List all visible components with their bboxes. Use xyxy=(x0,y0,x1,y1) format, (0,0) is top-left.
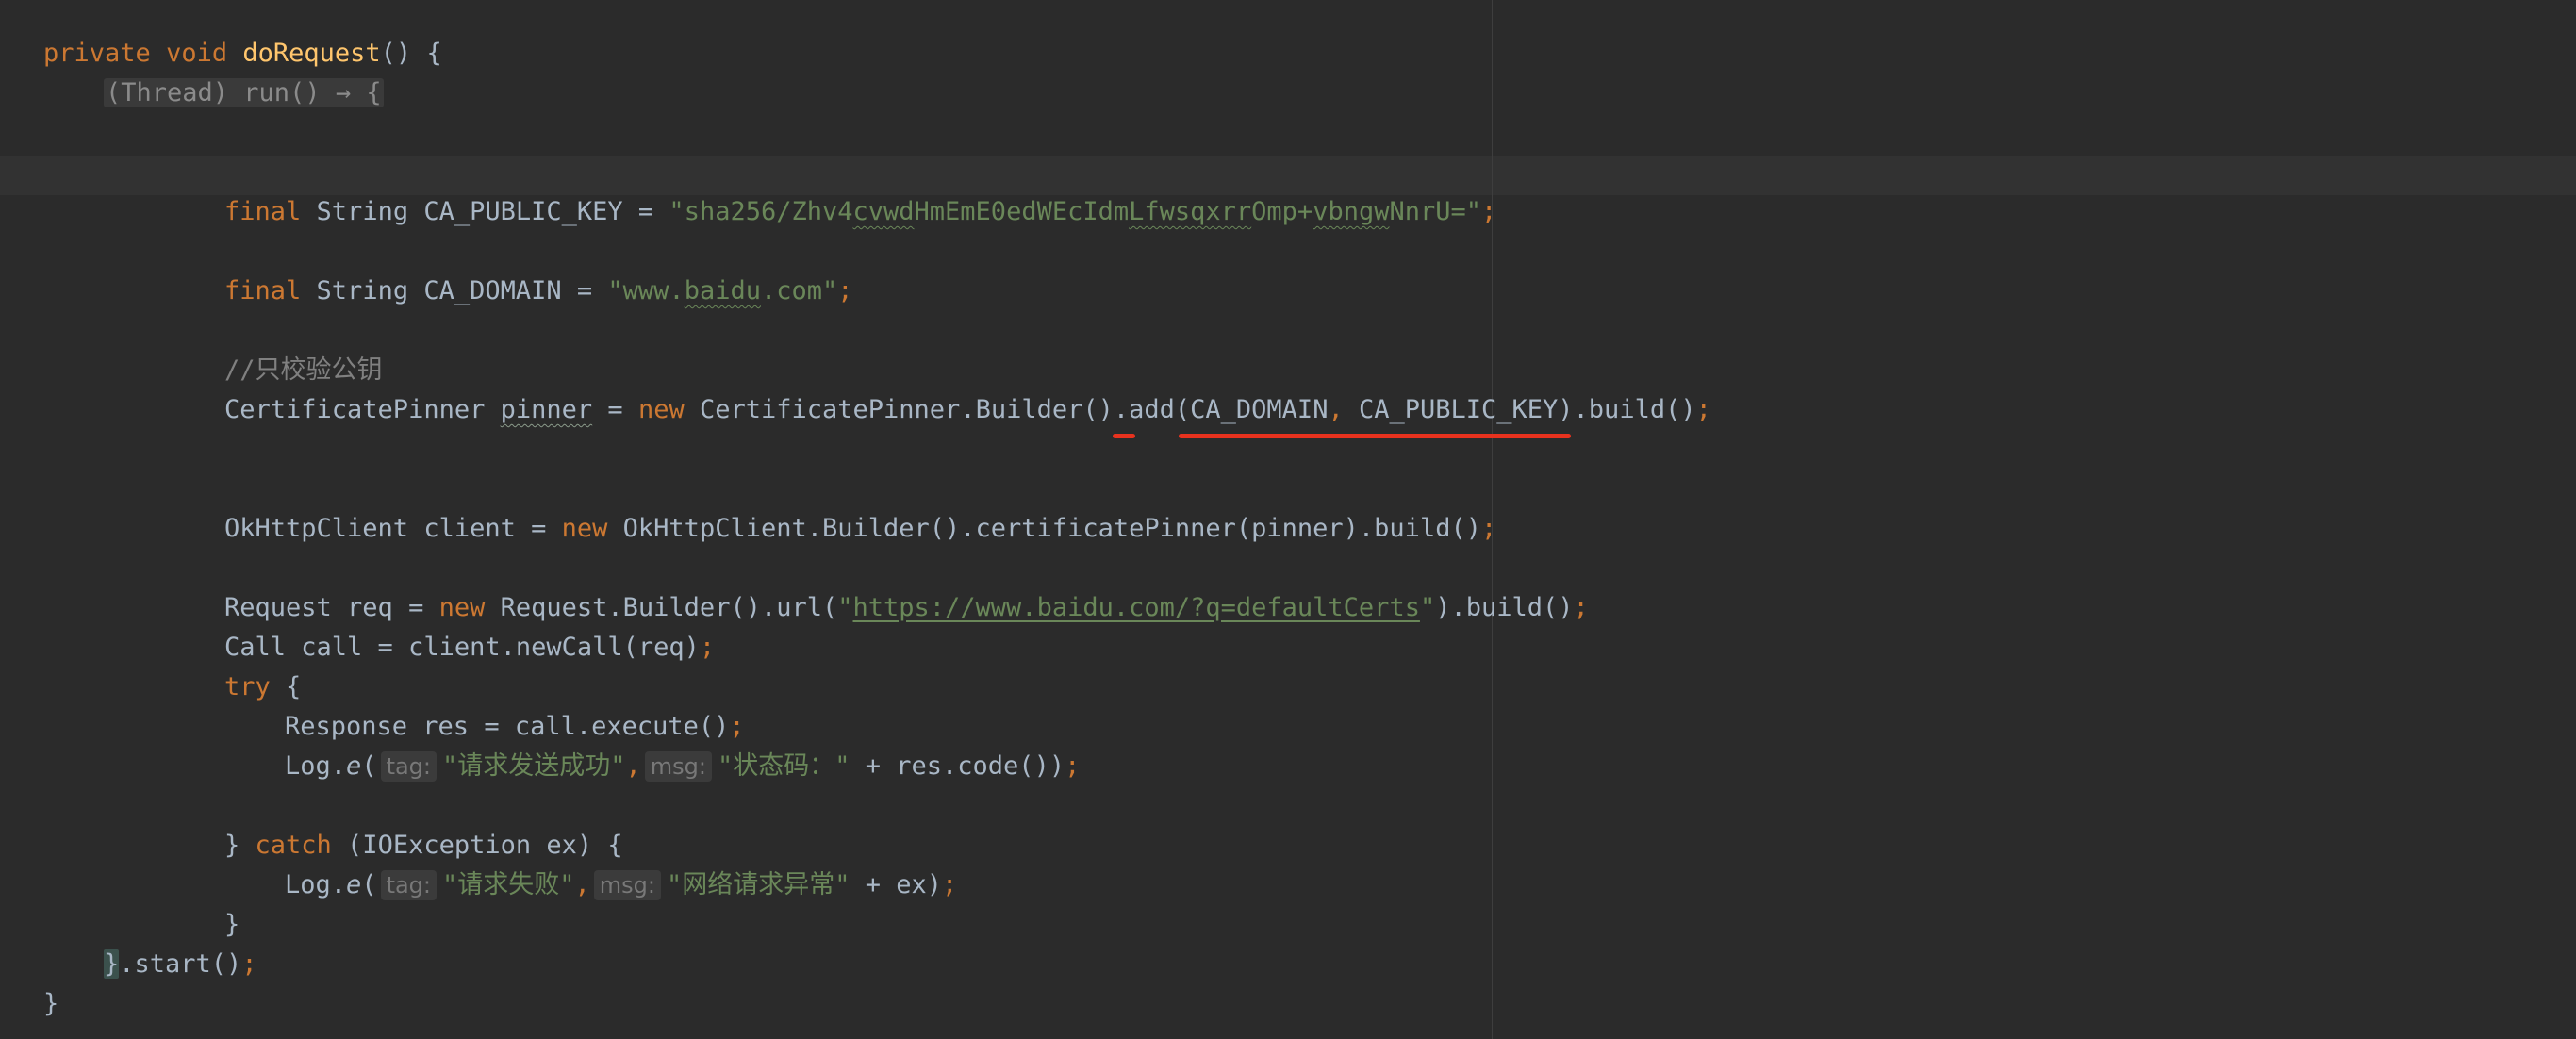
code-token: CertificatePinner.Builder().add(CA_DOMAI… xyxy=(684,395,1329,424)
code-comment[interactable]: //只校验公钥 xyxy=(224,351,383,390)
keyword-new: new xyxy=(561,514,608,543)
semicolon: ; xyxy=(1573,593,1589,622)
comment-text: //只校验公钥 xyxy=(224,355,383,385)
string-part-typo: vbngw xyxy=(1313,197,1390,226)
code-token: (IOException ex) { xyxy=(331,831,623,860)
code-line-close-catch[interactable]: } xyxy=(224,905,239,945)
keyword-final: final xyxy=(224,276,302,305)
code-token: CertificatePinner xyxy=(224,395,501,424)
method-e: e xyxy=(346,870,362,899)
semicolon: ; xyxy=(837,276,853,305)
code-line-log-success[interactable]: Log.e(tag: "请求发送成功", msg: "状态码：" + res.code… xyxy=(285,747,1080,786)
code-line-request[interactable]: Request req = new Request.Builder().url(… xyxy=(224,588,1589,628)
keyword-new: new xyxy=(637,395,685,424)
string-part: "www. xyxy=(607,276,685,305)
keyword-private: private xyxy=(43,39,151,68)
string-part-typo: Lfwsqxrr xyxy=(1129,197,1252,226)
comma: , xyxy=(1328,395,1344,424)
code-token: ( xyxy=(361,751,377,781)
code-token: } xyxy=(224,831,256,860)
code-token: + ex) xyxy=(850,870,943,899)
parameter-hint-tag: tag: xyxy=(380,870,437,900)
string-part: sha256/Zhv4 xyxy=(684,197,853,226)
semicolon: ; xyxy=(1481,197,1497,226)
code-token: Response res = call.execute() xyxy=(285,712,730,741)
code-token: + res.code()) xyxy=(850,751,1065,781)
code-token: { xyxy=(270,672,302,701)
string-literal: "请求发送成功" xyxy=(442,751,626,781)
code-line-close-method[interactable]: } xyxy=(43,984,58,1024)
string-part: HmEmE0edWEcIdm xyxy=(914,197,1130,226)
string-part: .com" xyxy=(760,276,838,305)
red-annotation-underline-args xyxy=(1179,434,1571,438)
string-part: Omp+ xyxy=(1251,197,1313,226)
comma: , xyxy=(625,751,641,781)
keyword-final: final xyxy=(224,197,302,226)
method-name: doRequest xyxy=(242,39,381,68)
code-token: } xyxy=(43,989,59,1018)
code-token: Request req = xyxy=(224,593,439,622)
semicolon: ; xyxy=(699,633,716,662)
parameter-hint-tag: tag: xyxy=(380,751,437,782)
current-line-highlight xyxy=(0,156,2576,195)
code-token: () { xyxy=(380,39,442,68)
semicolon: ; xyxy=(241,949,257,979)
code-line-okhttp-client[interactable]: OkHttpClient client = new OkHttpClient.B… xyxy=(224,509,1496,549)
url-link[interactable]: https://www.baidu.com/?q=defaultCerts xyxy=(853,593,1420,622)
method-e: e xyxy=(346,751,362,781)
semicolon: ; xyxy=(1480,514,1497,543)
keyword-void: void xyxy=(166,39,228,68)
code-editor[interactable]: private void doRequest() { (Thread) run(… xyxy=(0,0,2576,1039)
code-line-certificate-pinner[interactable]: CertificatePinner pinner = new Certifica… xyxy=(224,390,1711,430)
keyword-try: try xyxy=(224,672,271,701)
parameter-hint-msg: msg: xyxy=(593,870,661,900)
code-token: } xyxy=(224,910,240,939)
code-token: String CA_PUBLIC_KEY = xyxy=(316,197,669,226)
semicolon: ; xyxy=(1065,751,1081,781)
code-token: OkHttpClient.Builder().certificatePinner… xyxy=(607,514,1481,543)
semicolon: ; xyxy=(729,712,745,741)
code-token: OkHttpClient client = xyxy=(224,514,562,543)
code-line-start[interactable]: }.start(); xyxy=(104,945,257,984)
string-quote: " xyxy=(1465,197,1482,226)
string-quote: " xyxy=(1419,593,1436,622)
code-token: .start() xyxy=(119,949,242,979)
keyword-new: new xyxy=(438,593,486,622)
code-line-try[interactable]: try { xyxy=(224,668,301,707)
code-line-thread-run[interactable]: (Thread) run() → { xyxy=(104,74,384,113)
code-token: = xyxy=(592,395,638,424)
code-line-response[interactable]: Response res = call.execute(); xyxy=(285,707,745,747)
string-part-typo: cvwd xyxy=(852,197,915,226)
code-token: Call call = client.newCall(req) xyxy=(224,633,700,662)
semicolon: ; xyxy=(942,870,958,899)
code-token: Request.Builder().url( xyxy=(485,593,838,622)
parameter-hint-msg: msg: xyxy=(644,751,712,782)
code-line-catch[interactable]: } catch (IOException ex) { xyxy=(224,826,623,866)
string-literal: "请求失败" xyxy=(442,870,575,899)
string-part: NnrU= xyxy=(1389,197,1466,226)
code-token: ( xyxy=(361,870,377,899)
string-literal: "状态码：" xyxy=(717,751,850,781)
comma: , xyxy=(574,870,590,899)
string-quote: " xyxy=(837,593,853,622)
red-annotation-underline-add xyxy=(1113,434,1135,438)
string-quote: " xyxy=(669,197,685,226)
code-line-public-key[interactable]: final String CA_PUBLIC_KEY = "sha256/Zhv… xyxy=(224,192,1496,232)
code-line-method-signature[interactable]: private void doRequest() { xyxy=(43,34,442,74)
matched-brace: } xyxy=(104,949,120,979)
code-token: ).build() xyxy=(1435,593,1574,622)
semicolon: ; xyxy=(1695,395,1711,424)
keyword-catch: catch xyxy=(255,831,332,860)
code-line-call[interactable]: Call call = client.newCall(req); xyxy=(224,628,715,668)
code-token: String CA_DOMAIN = xyxy=(316,276,608,305)
variable-pinner: pinner xyxy=(500,395,593,424)
code-token: CA_PUBLIC_KEY).build() xyxy=(1343,395,1696,424)
code-token: Log. xyxy=(285,751,347,781)
code-line-log-failure[interactable]: Log.e(tag: "请求失败", msg: "网络请求异常" + ex); xyxy=(285,866,957,905)
string-part-typo: baidu xyxy=(684,276,761,305)
code-line-domain[interactable]: final String CA_DOMAIN = "www.baidu.com"… xyxy=(224,272,853,311)
folded-lambda-region[interactable]: (Thread) run() → { xyxy=(104,78,384,107)
code-token: Log. xyxy=(285,870,347,899)
string-literal: "网络请求异常" xyxy=(666,870,850,899)
